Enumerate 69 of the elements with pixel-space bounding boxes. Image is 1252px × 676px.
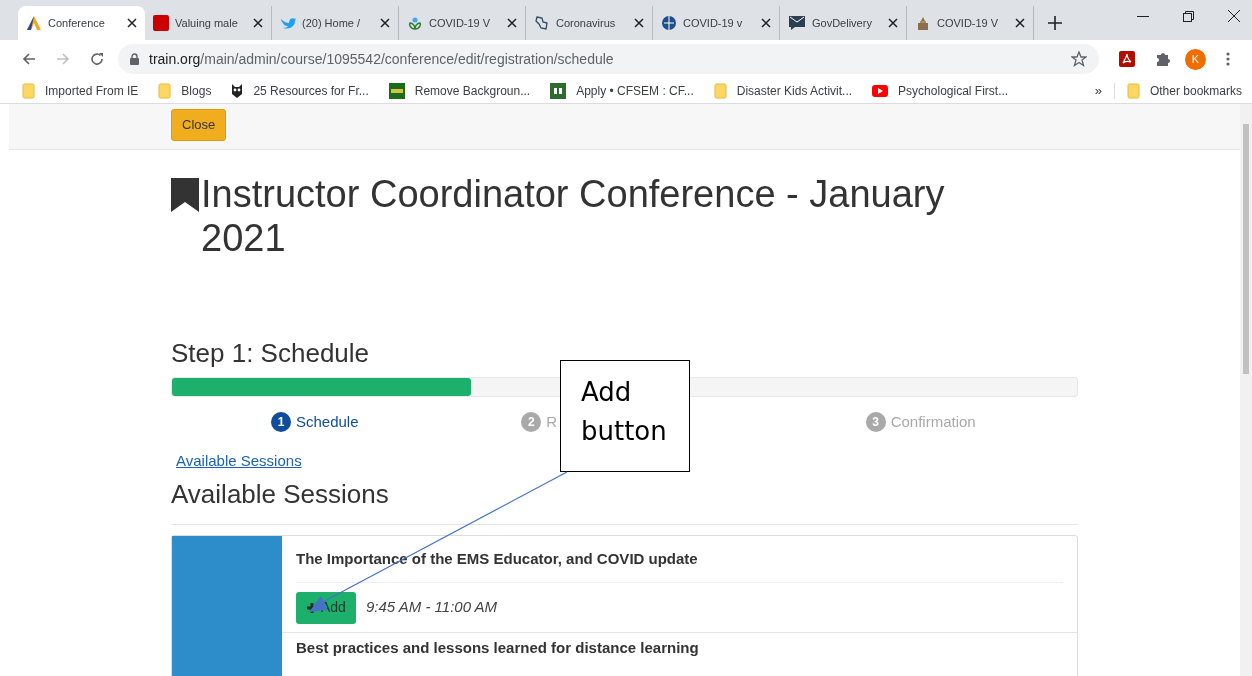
close-icon[interactable] — [507, 18, 517, 28]
bookmark-item[interactable]: Disaster Kids Activit... — [713, 81, 853, 100]
reload-icon[interactable] — [90, 52, 104, 66]
map-outline-icon — [534, 15, 550, 31]
sessions-heading: Available Sessions — [171, 474, 1078, 525]
tab-title: GovDelivery — [812, 15, 873, 31]
session-title: Best practices and lessons learned for distance learning — [296, 638, 700, 657]
browser-tab[interactable]: Conference — [18, 6, 145, 40]
tab-title: COVID-19 V — [429, 15, 492, 31]
address-bar[interactable]: train.org/main/admin/course/1095542/conference/edit/registration/schedule — [118, 44, 1099, 74]
close-icon[interactable] — [888, 18, 898, 28]
step-number: 1 — [271, 412, 291, 433]
bookmark-item[interactable]: Psychological First... — [872, 81, 1009, 100]
close-icon[interactable] — [380, 18, 390, 28]
puzzle-piece-icon[interactable] — [1155, 51, 1171, 67]
url-text: train.org/main/admin/course/1095542/conference/edit/registration/schedule — [149, 49, 615, 69]
tab-title: Valuing male — [175, 15, 239, 31]
lock-icon — [130, 53, 139, 65]
bookmark-item[interactable]: Other bookmarks — [1126, 81, 1242, 100]
folder-icon — [22, 82, 35, 99]
tab-title: Coronavirus — [556, 15, 617, 31]
close-icon[interactable] — [253, 18, 263, 28]
folder-icon — [158, 82, 172, 99]
bookmarks-overflow[interactable]: » — [1094, 80, 1102, 101]
bookmark-icon — [171, 178, 199, 212]
square-logo-icon — [550, 82, 567, 99]
step-number: 2 — [521, 412, 542, 433]
envelope-icon — [788, 15, 806, 31]
annotation-callout: Add button — [560, 360, 690, 472]
close-icon[interactable] — [127, 18, 137, 28]
folder-icon — [1126, 82, 1140, 99]
triangle-logo-icon — [26, 15, 42, 31]
bookmark-item[interactable]: Imported From IE — [22, 81, 139, 100]
tab-title: COVID-19 v — [683, 15, 744, 31]
close-icon[interactable] — [634, 18, 644, 28]
bookmark-item[interactable]: Remove Backgroun... — [388, 81, 531, 100]
building-icon — [915, 15, 931, 31]
tab-title: COVID-19 V — [937, 15, 1000, 31]
close-window-icon[interactable] — [1228, 10, 1240, 22]
folder-icon — [713, 82, 727, 99]
bookmark-item[interactable]: Apply • CFSEM : CF... — [550, 81, 694, 100]
close-button[interactable]: Close — [171, 109, 227, 141]
globe-icon — [661, 15, 677, 31]
leaf-icon — [407, 15, 423, 31]
tab-title: Conference — [48, 15, 106, 31]
owl-icon — [231, 82, 244, 99]
bird-icon — [280, 16, 296, 30]
session-time: 9:45 AM - 11:00 AM — [365, 597, 498, 618]
page-title: Instructor Coordinator Conference - January 2021 — [200, 172, 946, 260]
available-sessions-link[interactable]: Available Sessions — [176, 449, 302, 472]
square-logo-icon — [388, 82, 405, 99]
tab-title: (20) Home / — [302, 15, 362, 31]
new-tab-plus-icon[interactable] — [1048, 16, 1062, 30]
pdf-icon[interactable] — [1119, 51, 1135, 67]
bookmark-item[interactable]: Blogs — [158, 81, 212, 100]
star-icon[interactable] — [1071, 51, 1087, 67]
close-icon[interactable] — [1015, 18, 1025, 28]
close-icon[interactable] — [761, 18, 771, 28]
step-heading: Step 1: Schedule — [171, 337, 371, 370]
video-play-icon — [872, 84, 889, 97]
step-label[interactable]: Schedule — [296, 411, 359, 434]
restore-icon[interactable] — [1183, 11, 1194, 22]
minimize-icon[interactable] — [1137, 16, 1149, 18]
back-arrow-icon[interactable] — [22, 52, 36, 66]
step-number: 3 — [865, 412, 886, 433]
scrollbar[interactable] — [1240, 104, 1252, 676]
session-title: The Importance of the EMS Educator, and COVID update — [296, 549, 1063, 583]
menu-dots-icon[interactable] — [1226, 52, 1230, 66]
bookmark-item[interactable]: 25 Resources for Fr... — [231, 81, 369, 100]
